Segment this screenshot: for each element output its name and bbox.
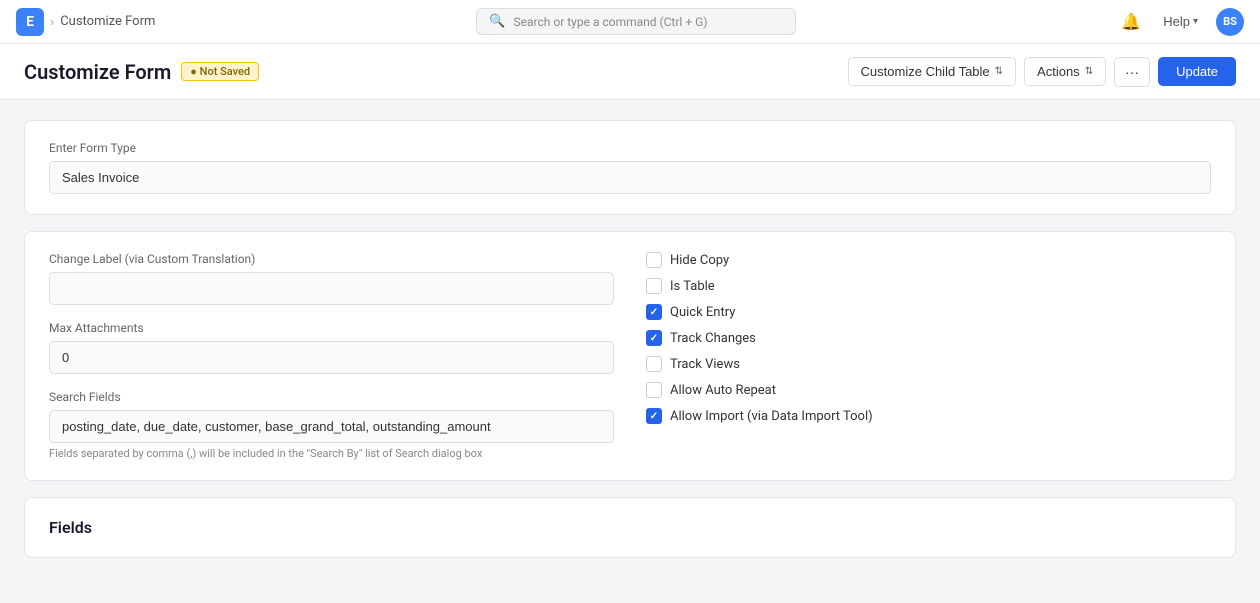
quick-entry-label: Quick Entry bbox=[670, 305, 735, 320]
nav-breadcrumb: Customize Form bbox=[60, 14, 155, 29]
track-changes-label: Track Changes bbox=[670, 331, 756, 346]
page-header: Customize Form ● Not Saved Customize Chi… bbox=[0, 44, 1260, 100]
nav-right: 🔔 Help ▾ BS bbox=[1117, 8, 1244, 36]
help-button[interactable]: Help ▾ bbox=[1157, 10, 1204, 33]
allow-import-row: Allow Import (via Data Import Tool) bbox=[646, 408, 1211, 424]
breadcrumb-separator: › bbox=[50, 14, 54, 30]
customize-child-table-button[interactable]: Customize Child Table ⇅ bbox=[848, 57, 1017, 86]
fields-title: Fields bbox=[49, 518, 1211, 537]
fields-card: Fields bbox=[24, 497, 1236, 558]
status-badge: ● Not Saved bbox=[181, 62, 259, 81]
max-attachments-input[interactable] bbox=[49, 341, 614, 374]
allow-import-label: Allow Import (via Data Import Tool) bbox=[670, 409, 873, 424]
settings-left-col: Change Label (via Custom Translation) Ma… bbox=[49, 252, 614, 460]
more-options-button[interactable]: ··· bbox=[1114, 57, 1150, 87]
hide-copy-row: Hide Copy bbox=[646, 252, 1211, 268]
settings-two-col: Change Label (via Custom Translation) Ma… bbox=[49, 252, 1211, 460]
track-views-label: Track Views bbox=[670, 357, 740, 372]
quick-entry-checkbox[interactable] bbox=[646, 304, 662, 320]
app-icon[interactable]: E bbox=[16, 8, 44, 36]
max-attachments-label: Max Attachments bbox=[49, 321, 614, 335]
top-nav: E › Customize Form 🔍 Search or type a co… bbox=[0, 0, 1260, 44]
help-chevron-icon: ▾ bbox=[1193, 16, 1198, 27]
track-views-checkbox[interactable] bbox=[646, 356, 662, 372]
search-bar[interactable]: 🔍 Search or type a command (Ctrl + G) bbox=[476, 8, 796, 35]
avatar[interactable]: BS bbox=[1216, 8, 1244, 36]
search-fields-label: Search Fields bbox=[49, 390, 614, 404]
page-header-right: Customize Child Table ⇅ Actions ⇅ ··· Up… bbox=[848, 57, 1236, 87]
notifications-button[interactable]: 🔔 bbox=[1117, 8, 1145, 36]
actions-label: Actions bbox=[1037, 64, 1080, 79]
is-table-checkbox[interactable] bbox=[646, 278, 662, 294]
quick-entry-row: Quick Entry bbox=[646, 304, 1211, 320]
search-fields-hint: Fields separated by comma (,) will be in… bbox=[49, 447, 614, 460]
actions-button[interactable]: Actions ⇅ bbox=[1024, 57, 1106, 86]
search-fields-input[interactable] bbox=[49, 410, 614, 443]
change-label-input[interactable] bbox=[49, 272, 614, 305]
allow-auto-repeat-row: Allow Auto Repeat bbox=[646, 382, 1211, 398]
change-label-label: Change Label (via Custom Translation) bbox=[49, 252, 614, 266]
hide-copy-checkbox[interactable] bbox=[646, 252, 662, 268]
change-label-field: Change Label (via Custom Translation) bbox=[49, 252, 614, 305]
allow-auto-repeat-label: Allow Auto Repeat bbox=[670, 383, 776, 398]
settings-card: Change Label (via Custom Translation) Ma… bbox=[24, 231, 1236, 481]
allow-auto-repeat-checkbox[interactable] bbox=[646, 382, 662, 398]
search-icon: 🔍 bbox=[489, 14, 505, 29]
is-table-label: Is Table bbox=[670, 279, 715, 294]
page-title: Customize Form bbox=[24, 60, 171, 84]
form-type-input[interactable] bbox=[49, 161, 1211, 194]
search-placeholder: Search or type a command (Ctrl + G) bbox=[514, 15, 708, 29]
max-attachments-field: Max Attachments bbox=[49, 321, 614, 374]
update-button[interactable]: Update bbox=[1158, 57, 1236, 86]
is-table-row: Is Table bbox=[646, 278, 1211, 294]
form-type-card: Enter Form Type bbox=[24, 120, 1236, 215]
settings-right-col: Hide Copy Is Table Quick Entry Track Cha… bbox=[646, 252, 1211, 460]
hide-copy-label: Hide Copy bbox=[670, 253, 729, 268]
main-content: Enter Form Type Change Label (via Custom… bbox=[0, 100, 1260, 578]
nav-center: 🔍 Search or type a command (Ctrl + G) bbox=[155, 8, 1117, 35]
customize-child-label: Customize Child Table bbox=[861, 64, 990, 79]
allow-import-checkbox[interactable] bbox=[646, 408, 662, 424]
form-type-label: Enter Form Type bbox=[49, 141, 1211, 155]
track-changes-checkbox[interactable] bbox=[646, 330, 662, 346]
customize-child-chevron-icon: ⇅ bbox=[995, 66, 1003, 77]
actions-chevron-icon: ⇅ bbox=[1085, 66, 1093, 77]
page-header-left: Customize Form ● Not Saved bbox=[24, 60, 259, 84]
track-changes-row: Track Changes bbox=[646, 330, 1211, 346]
track-views-row: Track Views bbox=[646, 356, 1211, 372]
nav-left: E › Customize Form bbox=[16, 8, 155, 36]
help-label: Help bbox=[1163, 14, 1190, 29]
search-fields-field: Search Fields Fields separated by comma … bbox=[49, 390, 614, 460]
